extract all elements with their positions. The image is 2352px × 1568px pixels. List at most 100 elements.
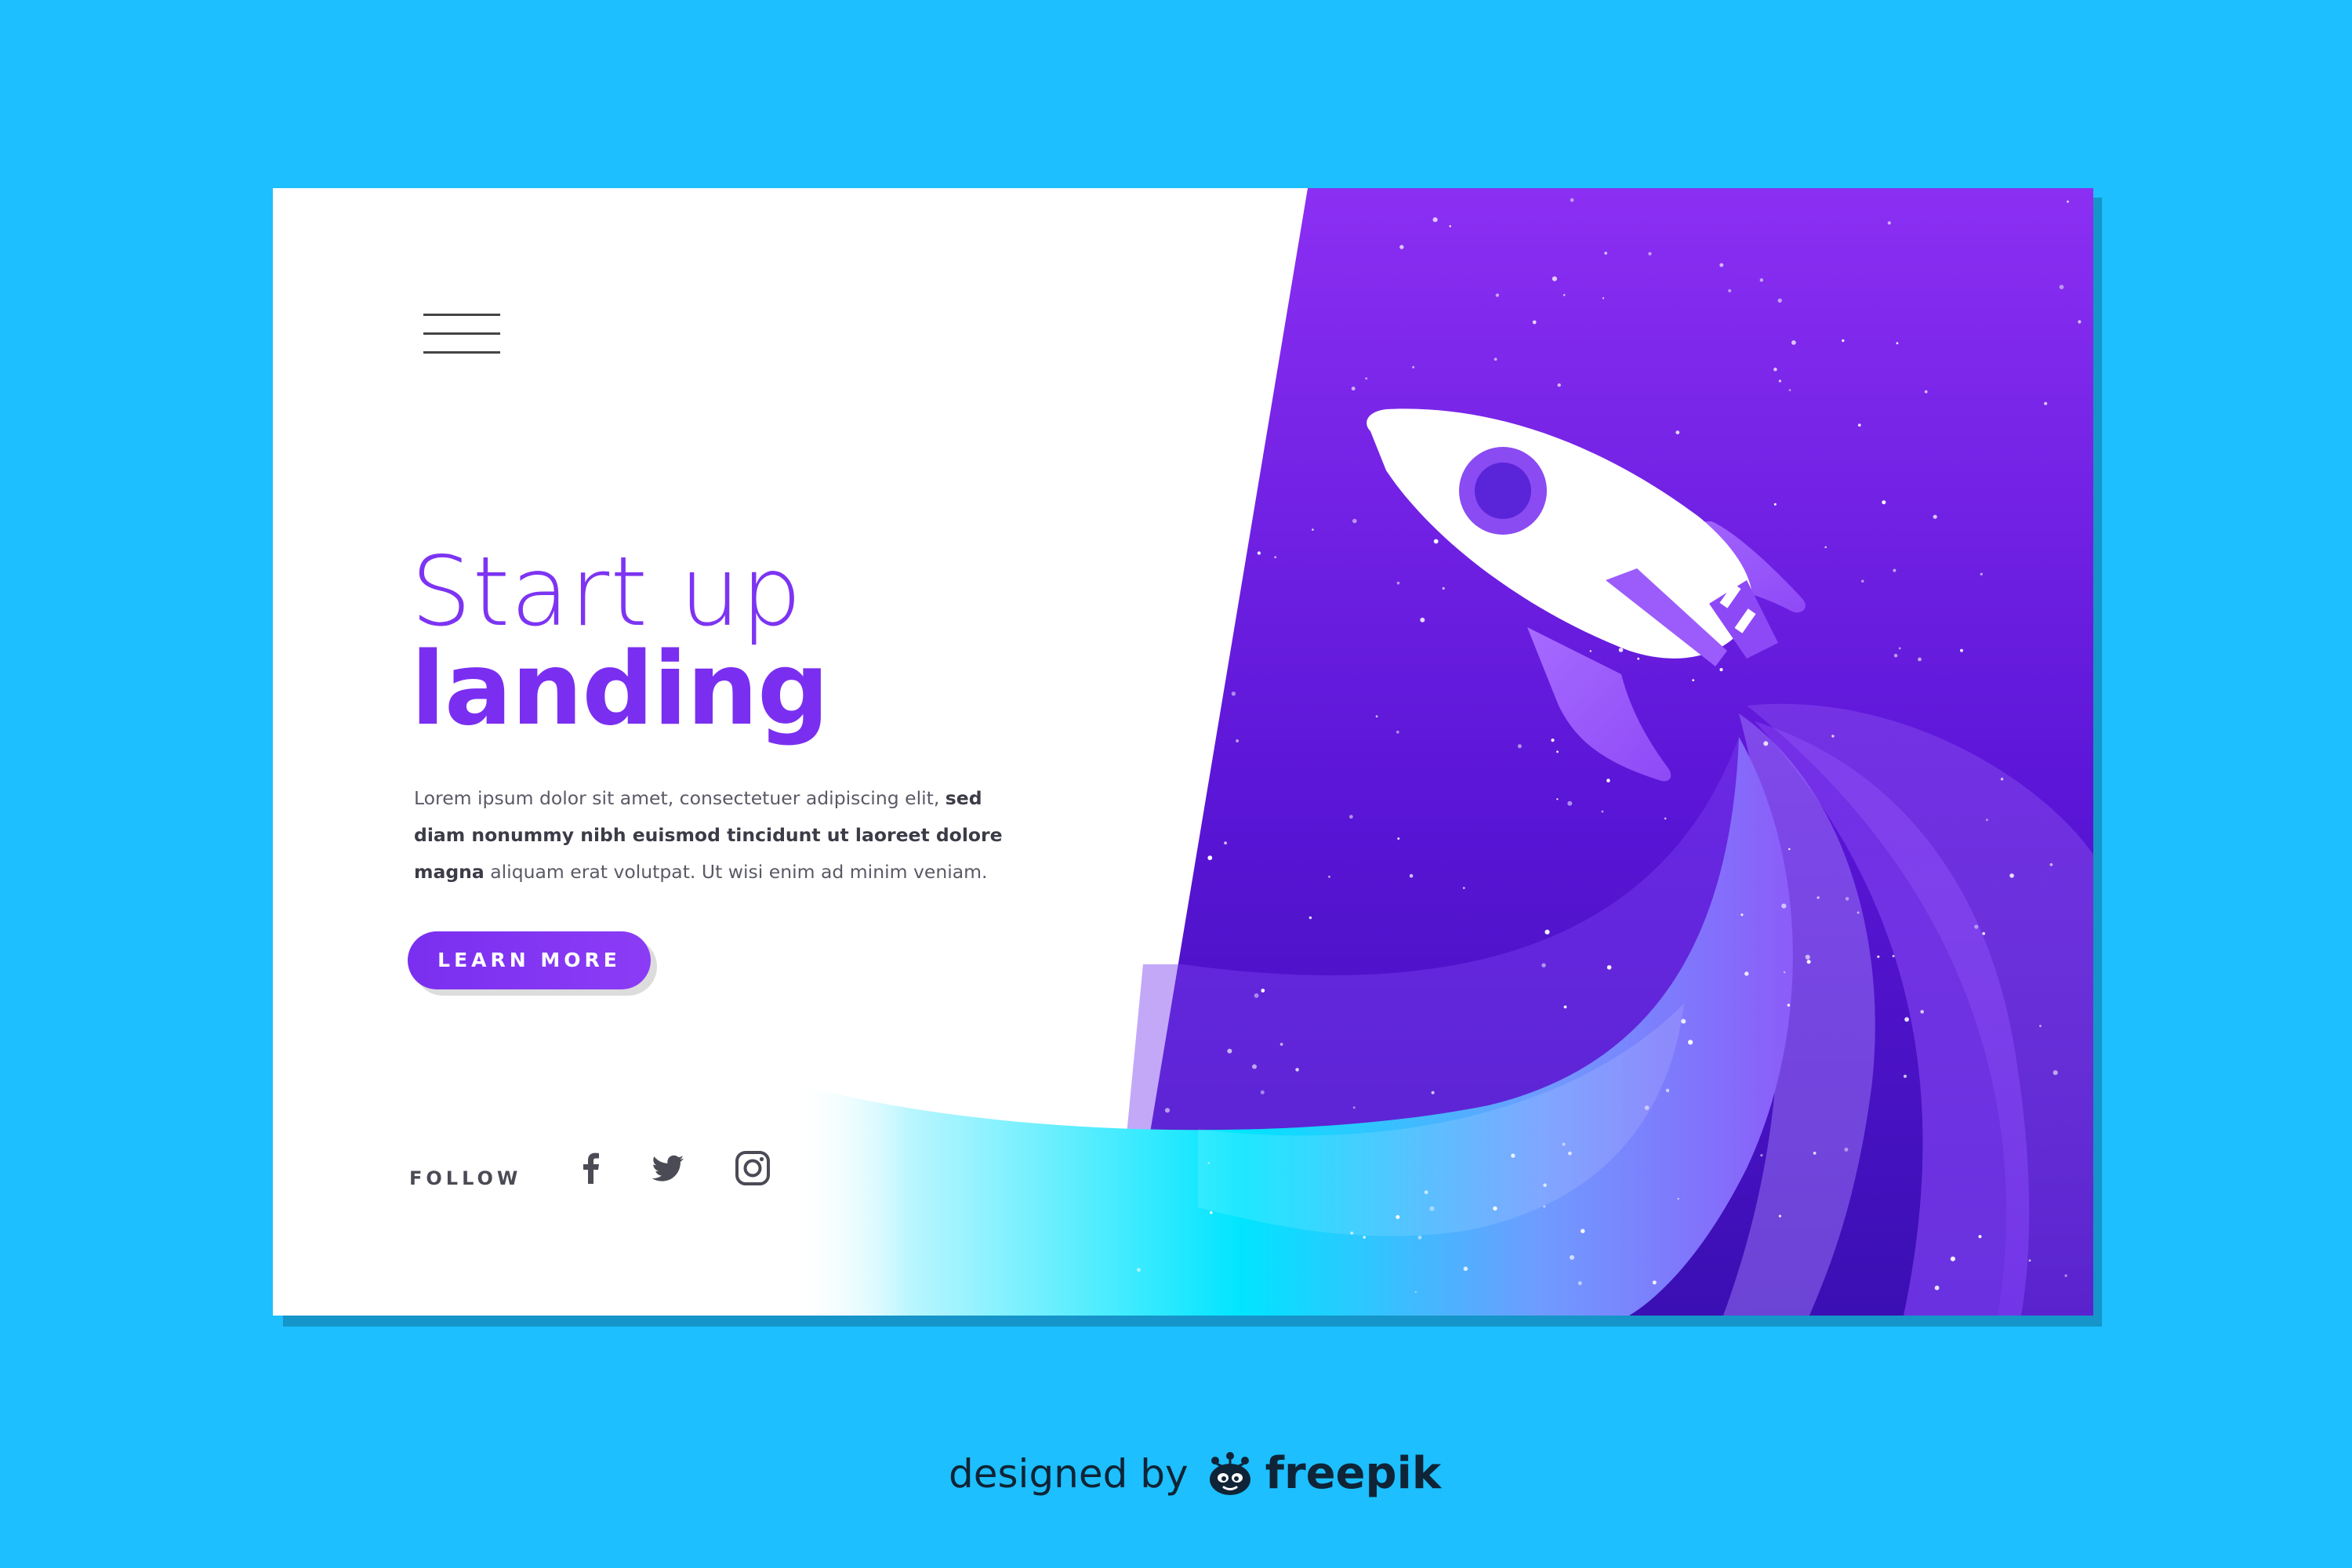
twitter-icon[interactable] xyxy=(646,1146,690,1190)
hero-description-text-end: aliquam erat volutpat. Ut wisi enim ad m… xyxy=(484,861,988,883)
star xyxy=(1728,289,1732,292)
star xyxy=(1950,1256,1955,1261)
star xyxy=(1778,1214,1781,1218)
star xyxy=(1463,1266,1468,1272)
star xyxy=(1896,342,1899,345)
star xyxy=(1806,960,1811,964)
star xyxy=(1254,993,1259,998)
star xyxy=(1409,873,1414,878)
star xyxy=(1164,1108,1171,1113)
star xyxy=(1857,423,1861,427)
star xyxy=(1788,848,1791,851)
star xyxy=(1417,1236,1422,1240)
hero-description: Lorem ipsum dolor sit amet, consectetuer… xyxy=(414,780,1033,891)
star xyxy=(1788,389,1791,391)
star xyxy=(1424,1190,1428,1195)
star xyxy=(1399,245,1404,249)
star xyxy=(1562,1142,1566,1146)
star xyxy=(1644,1105,1650,1110)
star xyxy=(1210,1211,1213,1214)
star xyxy=(1781,903,1787,909)
star xyxy=(1893,568,1896,572)
star xyxy=(1420,617,1425,622)
star xyxy=(1227,1048,1232,1054)
facebook-icon[interactable] xyxy=(569,1146,613,1190)
star xyxy=(1352,1106,1356,1109)
star xyxy=(1556,750,1559,753)
star xyxy=(2009,873,2014,878)
star xyxy=(1494,358,1497,361)
instagram-icon[interactable] xyxy=(731,1146,775,1190)
page-background: Start up landing Lorem ipsum dolor sit a… xyxy=(0,0,2352,1568)
star xyxy=(1934,1285,1940,1290)
star xyxy=(1352,518,1357,524)
star xyxy=(1602,297,1605,299)
star xyxy=(1759,278,1763,282)
designer-credit: designed by freepik xyxy=(949,1443,1441,1505)
star xyxy=(1412,365,1415,368)
star xyxy=(1763,741,1769,746)
star xyxy=(1857,911,1860,914)
star xyxy=(2049,863,2053,866)
hero-title-line2: landing xyxy=(411,631,829,748)
star xyxy=(1933,514,1937,519)
star xyxy=(1824,546,1827,549)
star xyxy=(2078,320,2082,324)
star xyxy=(1637,657,1640,660)
star xyxy=(1601,810,1604,813)
star xyxy=(1898,647,1901,650)
star xyxy=(1719,668,1723,672)
hamburger-menu-button[interactable] xyxy=(423,314,500,356)
star xyxy=(1257,551,1261,555)
star xyxy=(1308,916,1312,920)
star xyxy=(1568,1151,1572,1156)
star xyxy=(1844,1147,1849,1152)
star xyxy=(1312,528,1314,531)
star xyxy=(1252,1064,1257,1069)
learn-more-button[interactable]: LEARN MORE xyxy=(408,931,651,989)
star xyxy=(1606,779,1610,782)
star xyxy=(1260,1090,1265,1094)
star xyxy=(1231,691,1236,696)
star xyxy=(1363,1236,1366,1239)
star xyxy=(1805,954,1810,960)
star xyxy=(1462,887,1465,889)
star xyxy=(1570,1254,1574,1260)
star xyxy=(1978,1235,1982,1239)
star xyxy=(1396,1214,1400,1219)
star xyxy=(1960,648,1963,652)
credit-prefix: designed by xyxy=(949,1451,1189,1497)
landing-card: Start up landing Lorem ipsum dolor sit a… xyxy=(273,188,2093,1316)
star xyxy=(1541,963,1546,967)
freepik-logo-icon xyxy=(1209,1452,1250,1495)
star xyxy=(1517,744,1522,749)
star xyxy=(1493,1206,1497,1211)
star xyxy=(1791,340,1796,345)
star xyxy=(1274,556,1277,559)
star xyxy=(1279,1043,1283,1046)
star xyxy=(1431,1091,1435,1094)
star xyxy=(1365,377,1368,380)
star xyxy=(1773,503,1777,506)
star xyxy=(1778,379,1781,383)
star xyxy=(1893,653,1898,658)
star xyxy=(1719,263,1724,267)
star xyxy=(1904,1017,1910,1022)
star xyxy=(1652,1280,1657,1285)
star xyxy=(1295,1068,1299,1072)
star xyxy=(1261,989,1265,993)
star xyxy=(1777,298,1782,303)
star xyxy=(1842,339,1845,343)
star xyxy=(1604,252,1607,255)
star xyxy=(1982,931,1986,935)
star xyxy=(1511,1153,1515,1158)
rocket-window xyxy=(1475,463,1531,519)
star xyxy=(1831,735,1835,738)
star xyxy=(1570,198,1574,202)
star xyxy=(2059,285,2064,289)
star xyxy=(1861,579,1864,583)
star xyxy=(1137,1268,1141,1272)
star xyxy=(1845,897,1849,901)
star xyxy=(1606,965,1612,970)
star xyxy=(1813,1152,1817,1155)
